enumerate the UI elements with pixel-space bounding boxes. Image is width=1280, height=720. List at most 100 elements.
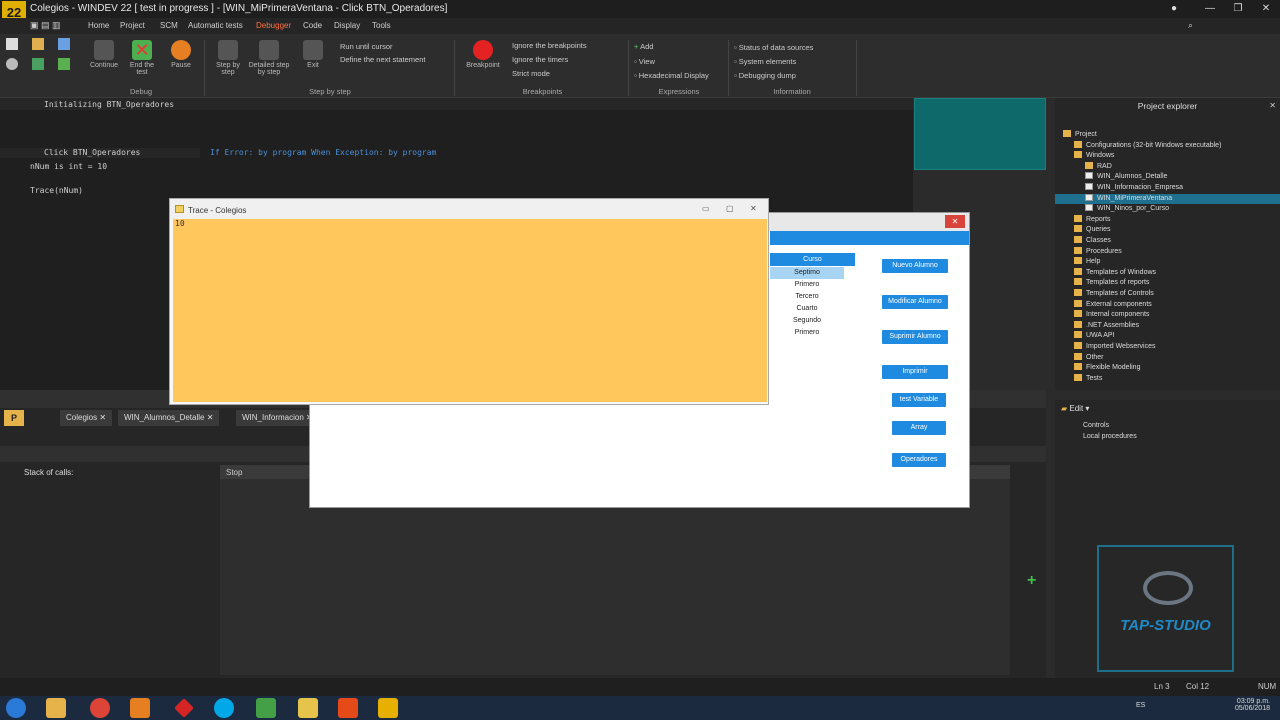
add-icon[interactable]: +	[1027, 572, 1036, 590]
open-icon[interactable]	[32, 38, 44, 50]
continue-button[interactable]: Continue	[86, 40, 122, 69]
gear-icon[interactable]	[6, 58, 18, 70]
app-button[interactable]: Modificar Alumno	[882, 295, 948, 309]
menu-code[interactable]: Code	[303, 21, 322, 30]
app-red-icon[interactable]	[174, 698, 194, 718]
tree-item[interactable]: UWA API	[1074, 331, 1115, 341]
tree-item[interactable]: Templates of reports	[1074, 278, 1149, 288]
menu-project[interactable]: Project	[120, 21, 145, 30]
trace-minimize-button[interactable]: ▭	[702, 204, 710, 213]
skype-icon[interactable]	[214, 698, 234, 718]
list-item[interactable]: Primero	[770, 279, 844, 291]
tree-item[interactable]: Templates of Controls	[1074, 289, 1154, 299]
tree-item[interactable]: Internal components	[1074, 310, 1149, 320]
window-icon[interactable]	[32, 58, 44, 70]
view-expression[interactable]: ▫ View	[634, 57, 655, 66]
restore-button[interactable]: ❐	[1224, 0, 1252, 18]
ignore-timers[interactable]: Ignore the timers	[512, 55, 568, 64]
ignore-breakpoints[interactable]: Ignore the breakpoints	[512, 41, 587, 50]
tree-item[interactable]: Templates of Windows	[1074, 267, 1156, 278]
menu-display[interactable]: Display	[334, 21, 360, 30]
run-until-cursor[interactable]: Run until cursor	[340, 42, 393, 51]
app-button[interactable]: Nuevo Alumno	[882, 259, 948, 273]
list-item[interactable]: Primero	[770, 327, 844, 339]
strict-mode[interactable]: Strict mode	[512, 69, 550, 78]
test-icon[interactable]	[58, 58, 70, 70]
debugging-dump[interactable]: ▫ Debugging dump	[734, 71, 796, 80]
code-line-1[interactable]: nNum is int = 10	[30, 162, 107, 171]
quick-access-icons[interactable]: ▣ ▤ ▥	[30, 20, 61, 31]
tree-item[interactable]: External components	[1074, 299, 1152, 310]
tree-item[interactable]: Configurations (32-bit Windows executabl…	[1074, 140, 1221, 151]
menu-automatic-tests[interactable]: Automatic tests	[188, 21, 243, 30]
app-button[interactable]: Imprimir	[882, 365, 948, 379]
document-tab[interactable]: WIN_Informacion ✕	[236, 410, 319, 426]
curso-list-header[interactable]: Curso	[770, 253, 855, 266]
recorder-icon[interactable]	[338, 698, 358, 718]
tree-item[interactable]: Windows	[1074, 151, 1114, 161]
tree-item[interactable]: WIN_Alumnos_Detalle	[1085, 172, 1167, 182]
tree-item[interactable]: WIN_MiPrimeraVentana	[1055, 193, 1280, 204]
click-section-header[interactable]: Click BTN_Operadores	[44, 148, 140, 157]
tree-item[interactable]: .NET Assemblies	[1074, 320, 1139, 331]
trace-titlebar[interactable]: Trace - Colegios ▭ ▢ ✕	[170, 199, 768, 219]
window-preview-thumbnail[interactable]	[914, 98, 1046, 170]
trace-close-button[interactable]: ✕	[750, 204, 757, 213]
init-section-header[interactable]: Initializing BTN_Operadores	[44, 100, 174, 109]
list-item[interactable]: Cuarto	[770, 303, 844, 315]
trace-output[interactable]: 10	[173, 219, 767, 402]
chrome-icon[interactable]	[90, 698, 110, 718]
trace-maximize-button[interactable]: ▢	[726, 204, 734, 213]
detailed-step-button[interactable]: Detailed step by step	[246, 40, 292, 76]
list-item[interactable]: Septimo	[770, 267, 844, 279]
close-icon[interactable]: ✕	[97, 413, 106, 422]
tree-item[interactable]: Procedures	[1074, 246, 1122, 257]
pause-button[interactable]: Pause	[164, 40, 198, 69]
menu-tools[interactable]: Tools	[372, 21, 391, 30]
tree-item[interactable]: Flexible Modeling	[1074, 363, 1140, 373]
tree-item[interactable]: Other	[1074, 352, 1104, 363]
media-player-icon[interactable]	[130, 698, 150, 718]
document-tab[interactable]: Colegios ✕	[60, 410, 113, 426]
tree-item[interactable]: WIN_Informacion_Empresa	[1085, 183, 1183, 193]
project-icon[interactable]: P	[4, 410, 24, 426]
status-data-sources[interactable]: ▫ Status of data sources	[734, 43, 813, 52]
help-icon[interactable]: ●	[1160, 0, 1188, 18]
windev-taskbar-icon[interactable]	[378, 698, 398, 718]
tree-item[interactable]: Reports	[1074, 214, 1111, 225]
start-button-icon[interactable]	[6, 698, 26, 718]
tree-item[interactable]: Classes	[1074, 236, 1111, 246]
app-button[interactable]: Suprimir Alumno	[882, 330, 948, 344]
app-button[interactable]: Operadores	[892, 453, 946, 467]
menu-scm[interactable]: SCM	[160, 21, 178, 30]
system-clock[interactable]: 03:09 p.m. 05/06/2018	[1235, 698, 1270, 712]
define-next-statement[interactable]: Define the next statement	[340, 55, 425, 64]
list-item[interactable]: Segundo	[770, 315, 844, 327]
list-item[interactable]: Tercero	[770, 291, 844, 303]
system-elements[interactable]: ▫ System elements	[734, 57, 796, 66]
local-procedures-node[interactable]: Local procedures	[1083, 433, 1137, 440]
menu-debugger[interactable]: Debugger	[256, 21, 291, 30]
close-icon[interactable]: ✕	[1269, 101, 1276, 110]
breakpoint-button[interactable]: Breakpoint	[460, 40, 506, 69]
close-icon[interactable]: ✕	[204, 413, 214, 422]
step-by-step-button[interactable]: Step by step	[210, 40, 246, 76]
file-explorer-icon[interactable]	[46, 698, 66, 718]
search-icon[interactable]: ⌕	[1188, 20, 1193, 31]
end-test-button[interactable]: ✕ End the test	[124, 40, 160, 76]
controls-node[interactable]: Controls	[1083, 422, 1109, 429]
menu-home[interactable]: Home	[88, 21, 109, 30]
exit-button[interactable]: Exit	[296, 40, 330, 69]
tree-item[interactable]: Help	[1074, 257, 1100, 267]
close-button[interactable]: ✕	[1252, 0, 1280, 18]
tree-item[interactable]: Project	[1063, 130, 1097, 140]
code-line-2[interactable]: Trace(nNum)	[30, 186, 83, 195]
notes-icon[interactable]	[298, 698, 318, 718]
document-tab[interactable]: WIN_Alumnos_Detalle ✕	[118, 410, 220, 426]
edit-dropdown[interactable]: ▰ Edit ▾	[1061, 404, 1089, 413]
app-button[interactable]: test Variable	[892, 393, 946, 407]
tree-item[interactable]: RAD	[1085, 161, 1112, 172]
trace-window[interactable]: Trace - Colegios ▭ ▢ ✕ 10	[169, 198, 769, 405]
camtasia-icon[interactable]	[256, 698, 276, 718]
minimize-button[interactable]: —	[1196, 0, 1224, 18]
